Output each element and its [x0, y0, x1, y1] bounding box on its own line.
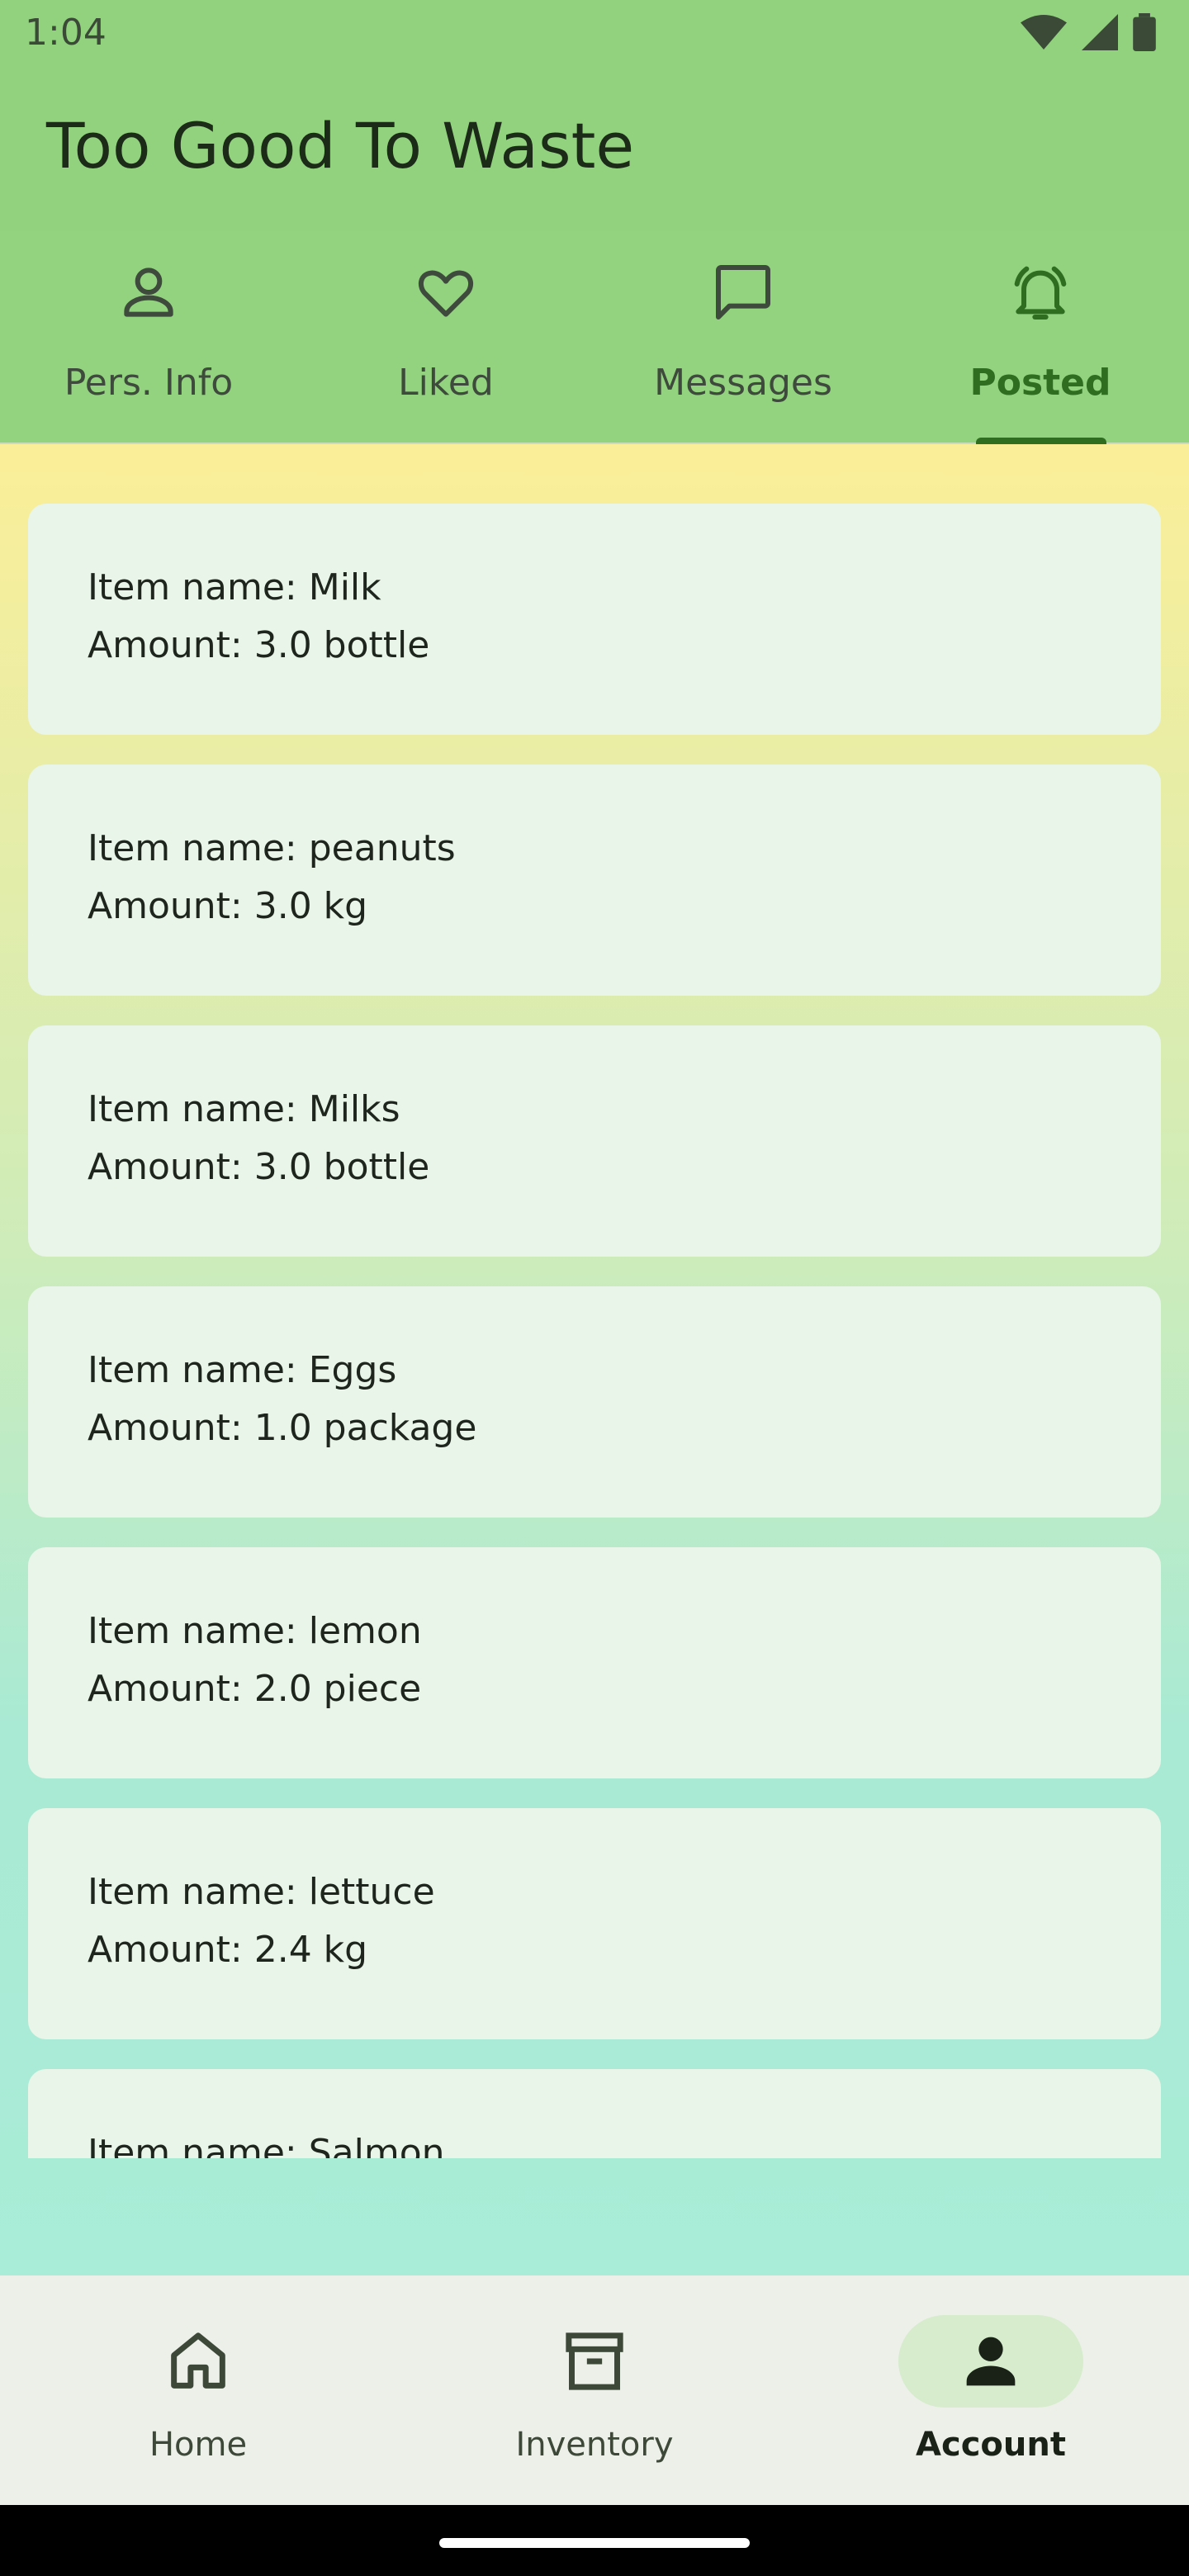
- home-icon: [171, 2332, 225, 2389]
- posted-items-panel[interactable]: Item name: Milk Amount: 3.0 bottle Item …: [0, 444, 1189, 2275]
- item-name: Item name: Salmon: [88, 2132, 445, 2158]
- message-icon: [716, 265, 770, 320]
- tab-pers-info[interactable]: Pers. Info: [0, 231, 297, 443]
- item-name: Item name: Eggs: [88, 1349, 397, 1391]
- tab-label: Messages: [654, 362, 832, 404]
- nav-inventory[interactable]: Inventory: [396, 2275, 793, 2505]
- item-amount: Amount: 2.4 kg: [88, 1929, 368, 1971]
- tab-messages[interactable]: Messages: [594, 231, 892, 443]
- item-card[interactable]: Item name: Eggs Amount: 1.0 package: [28, 1286, 1161, 1518]
- item-amount: Amount: 3.0 bottle: [88, 1146, 430, 1188]
- battery-icon: [1133, 13, 1156, 51]
- page-title: Too Good To Waste: [46, 109, 635, 182]
- item-card[interactable]: Item name: Milk Amount: 3.0 bottle: [28, 504, 1161, 735]
- item-name: Item name: Milks: [88, 1088, 400, 1130]
- heart-icon: [418, 270, 474, 317]
- item-name: Item name: lettuce: [88, 1871, 435, 1913]
- item-card[interactable]: Item name: Milks Amount: 3.0 bottle: [28, 1025, 1161, 1257]
- item-name: Item name: lemon: [88, 1610, 422, 1652]
- item-card[interactable]: Item name: Salmon: [28, 2069, 1161, 2158]
- item-name: Item name: peanuts: [88, 827, 456, 869]
- item-amount: Amount: 2.0 piece: [88, 1668, 422, 1710]
- wifi-icon: [1021, 15, 1067, 50]
- nav-label: Account: [916, 2426, 1066, 2464]
- posted-items-list[interactable]: Item name: Milk Amount: 3.0 bottle Item …: [0, 444, 1189, 2158]
- person-icon: [124, 268, 173, 317]
- item-card[interactable]: Item name: lemon Amount: 2.0 piece: [28, 1547, 1161, 1778]
- home-gesture-handle[interactable]: [439, 2538, 750, 2548]
- nav-home[interactable]: Home: [0, 2275, 396, 2505]
- item-name: Item name: Milk: [88, 566, 381, 608]
- nav-account[interactable]: Account: [793, 2275, 1189, 2505]
- archive-box-icon: [566, 2332, 623, 2390]
- status-time: 1:04: [25, 12, 107, 54]
- tab-posted[interactable]: Posted: [892, 231, 1189, 443]
- person-filled-icon: [966, 2337, 1016, 2386]
- tab-bar: Pers. Info Liked Messages Posted: [0, 231, 1189, 444]
- active-tab-indicator: [976, 438, 1106, 444]
- system-gesture-bar: [0, 2505, 1189, 2576]
- tab-label: Pers. Info: [64, 362, 234, 404]
- bottom-navigation: Home Inventory Account: [0, 2275, 1189, 2505]
- signal-icon: [1082, 14, 1118, 50]
- nav-label: Home: [149, 2426, 248, 2464]
- status-icons: [1021, 13, 1156, 51]
- bell-icon: [1014, 266, 1067, 320]
- tab-label: Posted: [969, 362, 1111, 404]
- app-bar: 1:04 Too Good To Waste: [0, 0, 1189, 231]
- item-amount: Amount: 3.0 bottle: [88, 624, 430, 666]
- item-card[interactable]: Item name: lettuce Amount: 2.4 kg: [28, 1808, 1161, 2039]
- item-amount: Amount: 3.0 kg: [88, 885, 368, 927]
- tab-label: Liked: [398, 362, 494, 404]
- item-amount: Amount: 1.0 package: [88, 1407, 477, 1449]
- item-card[interactable]: Item name: peanuts Amount: 3.0 kg: [28, 765, 1161, 996]
- nav-label: Inventory: [515, 2426, 674, 2464]
- tab-liked[interactable]: Liked: [297, 231, 594, 443]
